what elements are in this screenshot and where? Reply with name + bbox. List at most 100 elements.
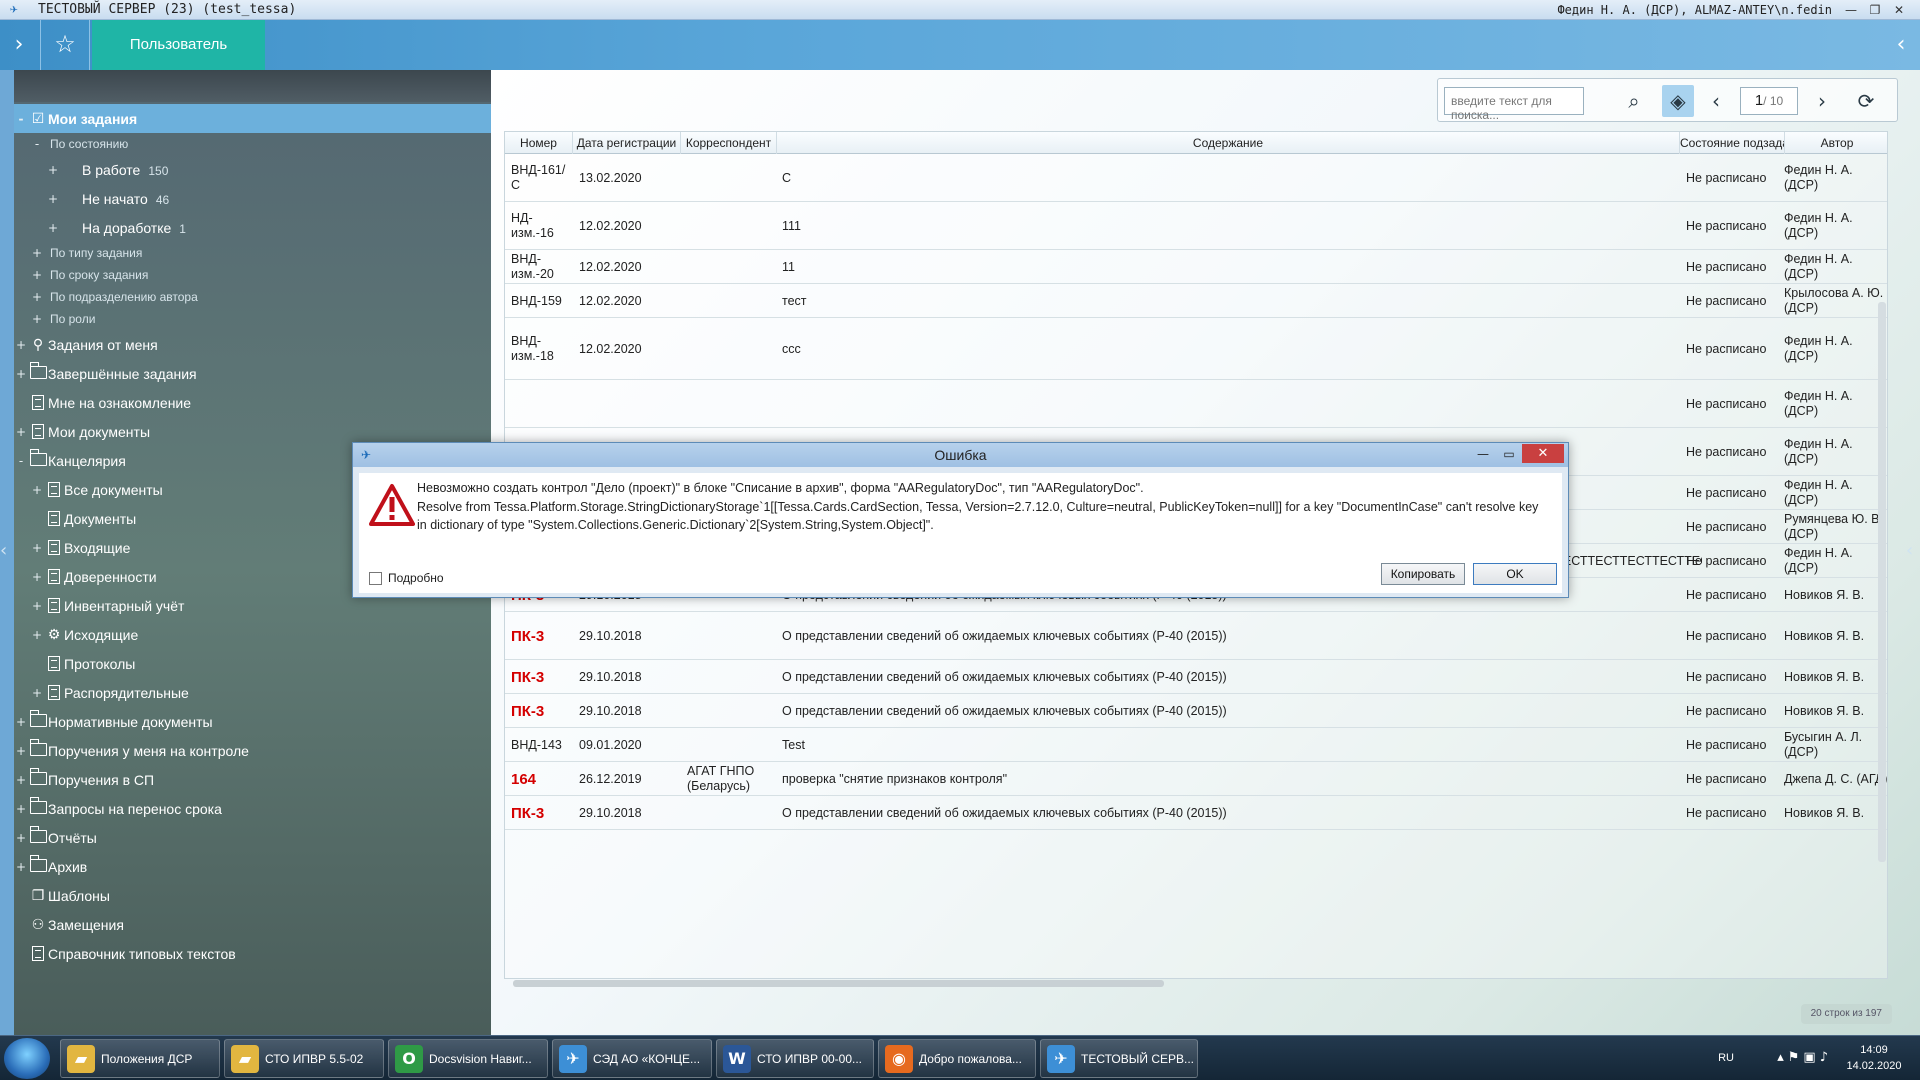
sidebar-item[interactable]: Мне на ознакомление — [14, 388, 491, 417]
right-panel-toggle-icon[interactable]: ‹ — [1906, 540, 1920, 570]
column-header-date[interactable]: Дата регистрации — [573, 132, 681, 154]
minimize-button[interactable]: — — [1840, 0, 1862, 20]
expand-icon[interactable]: + — [31, 599, 43, 613]
taskbar-item[interactable]: O Docsvision Навиг... — [388, 1039, 548, 1078]
taskbar-item[interactable]: ✈ ТЕСТОВЫЙ СЕРВ... — [1040, 1039, 1198, 1078]
sidebar-item[interactable]: Протоколы — [14, 649, 491, 678]
expand-icon[interactable]: + — [47, 221, 59, 235]
table-row[interactable]: ПК-3 29.10.2018 О представлении сведений о… — [505, 660, 1887, 694]
sidebar-item[interactable]: + На доработке 1 — [14, 213, 491, 242]
table-row[interactable]: ВНД-изм.-20 12.02.2020 11 Не расписано Федин… — [505, 250, 1887, 284]
search-view-icon[interactable]: ⌕ — [1618, 85, 1650, 117]
sidebar-item[interactable]: + По типу задания — [14, 242, 491, 264]
taskbar-item[interactable]: ▰ СТО ИПВР 5.5-02 — [224, 1039, 384, 1078]
dialog-close-button[interactable]: ✕ — [1522, 444, 1564, 463]
collapse-icon[interactable]: - — [15, 112, 27, 126]
collapse-icon[interactable]: - — [31, 137, 43, 151]
taskbar-item[interactable]: ▰ Положения ДСР — [60, 1039, 220, 1078]
taskbar-item[interactable]: W СТО ИПВР 00-00... — [716, 1039, 874, 1078]
sidebar-item[interactable]: + Распорядительные — [14, 678, 491, 707]
start-button[interactable] — [4, 1038, 50, 1079]
expand-icon[interactable]: + — [15, 425, 27, 439]
column-header-author[interactable]: Автор — [1785, 132, 1887, 154]
sidebar-item[interactable]: + ⚙ Исходящие — [14, 620, 491, 649]
expand-icon[interactable]: + — [15, 860, 27, 874]
expand-panel-button[interactable]: › — [0, 20, 38, 70]
expand-icon[interactable]: + — [31, 290, 43, 304]
table-row[interactable]: ПК-3 29.10.2018 О представлении сведений о… — [505, 694, 1887, 728]
expand-icon[interactable]: + — [31, 268, 43, 282]
table-row[interactable]: ВНД-143 09.01.2020 Test Не расписано Бусыгин… — [505, 728, 1887, 762]
expand-icon[interactable]: + — [15, 802, 27, 816]
page-indicator[interactable]: 1/ 10 — [1740, 87, 1798, 115]
ok-button[interactable]: OK — [1473, 563, 1557, 585]
restore-button[interactable]: ❐ — [1864, 0, 1886, 20]
expand-icon[interactable]: + — [15, 715, 27, 729]
sidebar-item[interactable]: + Отчёты — [14, 823, 491, 852]
expand-icon[interactable]: + — [47, 192, 59, 206]
expand-icon[interactable]: + — [31, 246, 43, 260]
expand-icon[interactable]: + — [31, 483, 43, 497]
table-row[interactable]: ВНД-159 12.02.2020 тест Не расписано Крылосо… — [505, 284, 1887, 318]
prev-page-icon[interactable]: ‹ — [1700, 85, 1732, 117]
table-row[interactable]: Не расписано Федин Н. А. (ДСР) — [505, 380, 1887, 428]
taskbar-item[interactable]: ◉ Добро пожалова... — [878, 1039, 1036, 1078]
tray-icons[interactable]: ▴⚑▣♪ — [1777, 1050, 1832, 1065]
sidebar-item[interactable]: + Архив — [14, 852, 491, 881]
sidebar-item[interactable]: + Нормативные документы — [14, 707, 491, 736]
expand-icon[interactable]: + — [31, 628, 43, 642]
sidebar-item[interactable]: + Поручения в СП — [14, 765, 491, 794]
clock[interactable]: 14:09 14.02.2020 — [1844, 1042, 1904, 1074]
table-row[interactable]: ПК-3 29.10.2018 О представлении сведений о… — [505, 612, 1887, 660]
refresh-icon[interactable]: ⟳ — [1850, 85, 1882, 117]
sidebar-item[interactable]: - По состоянию — [14, 133, 491, 155]
taskbar-item[interactable]: ✈ СЭД АО «КОНЦЕ... — [552, 1039, 712, 1078]
column-header-number[interactable]: Номер — [505, 132, 573, 154]
copy-button[interactable]: Копировать — [1381, 563, 1465, 585]
language-indicator[interactable]: RU — [1718, 1052, 1734, 1064]
horizontal-scrollbar-thumb[interactable] — [513, 980, 1164, 987]
sidebar-item[interactable]: + ⚲ Задания от меня — [14, 330, 491, 359]
expand-icon[interactable]: + — [31, 570, 43, 584]
sidebar-item[interactable]: - ☑ Мои задания — [14, 104, 491, 133]
expand-icon[interactable]: + — [31, 686, 43, 700]
next-page-icon[interactable]: › — [1806, 85, 1838, 117]
column-header-correspondent[interactable]: Корреспондент — [681, 132, 777, 154]
search-input[interactable]: введите текст для поиска... — [1444, 87, 1584, 122]
expand-icon[interactable]: + — [15, 367, 27, 381]
table-row[interactable]: ВНД-изм.-18 12.02.2020 ссс Не расписано Феди… — [505, 318, 1887, 380]
horizontal-scrollbar[interactable] — [513, 979, 1893, 987]
details-checkbox[interactable]: Подробно — [369, 571, 444, 585]
favorites-star-icon[interactable]: ☆ — [40, 20, 90, 70]
checkbox-box[interactable] — [369, 571, 382, 585]
sidebar-item[interactable]: + Не начато 46 — [14, 184, 491, 213]
expand-icon[interactable]: + — [47, 163, 59, 177]
table-row[interactable]: ПК-3 29.10.2018 О представлении сведений о… — [505, 796, 1887, 830]
sidebar-item[interactable]: + Завершённые задания — [14, 359, 491, 388]
sidebar-item[interactable]: + В работе 150 — [14, 155, 491, 184]
left-panel-toggle-icon[interactable]: ‹ — [0, 540, 14, 570]
sidebar-item[interactable]: + По подразделению автора — [14, 286, 491, 308]
vertical-scrollbar[interactable] — [1878, 302, 1886, 862]
expand-icon[interactable]: + — [31, 312, 43, 326]
expand-icon[interactable]: + — [15, 831, 27, 845]
expand-icon[interactable]: + — [31, 541, 43, 555]
expand-icon[interactable]: + — [15, 338, 27, 352]
sidebar-item[interactable]: ❐ Шаблоны — [14, 881, 491, 910]
column-header-content[interactable]: Содержание — [777, 132, 1680, 154]
dialog-minimize-button[interactable]: — — [1470, 445, 1496, 463]
sidebar-item[interactable]: ⚇ Замещения — [14, 910, 491, 939]
table-row[interactable]: НД-изм.-16 12.02.2020 111 Не расписано Федин… — [505, 202, 1887, 250]
close-window-button[interactable]: ✕ — [1888, 0, 1910, 20]
collapse-right-panel-button[interactable]: ‹ — [1882, 20, 1920, 70]
table-row[interactable]: 164 26.12.2019 АГАТ ГНПО (Беларусь) проверк… — [505, 762, 1887, 796]
layers-icon[interactable]: ◈ — [1662, 85, 1694, 117]
sidebar-item[interactable]: + Запросы на перенос срока — [14, 794, 491, 823]
sidebar-item[interactable]: + Поручения у меня на контроле — [14, 736, 491, 765]
collapse-icon[interactable]: - — [15, 454, 27, 468]
dialog-maximize-button[interactable]: ▭ — [1496, 445, 1522, 463]
tab-user[interactable]: Пользователь — [92, 20, 265, 70]
column-header-subtask-state[interactable]: Состояние подзадач — [1680, 132, 1785, 154]
expand-icon[interactable]: + — [15, 744, 27, 758]
sidebar-item[interactable]: + По сроку задания — [14, 264, 491, 286]
